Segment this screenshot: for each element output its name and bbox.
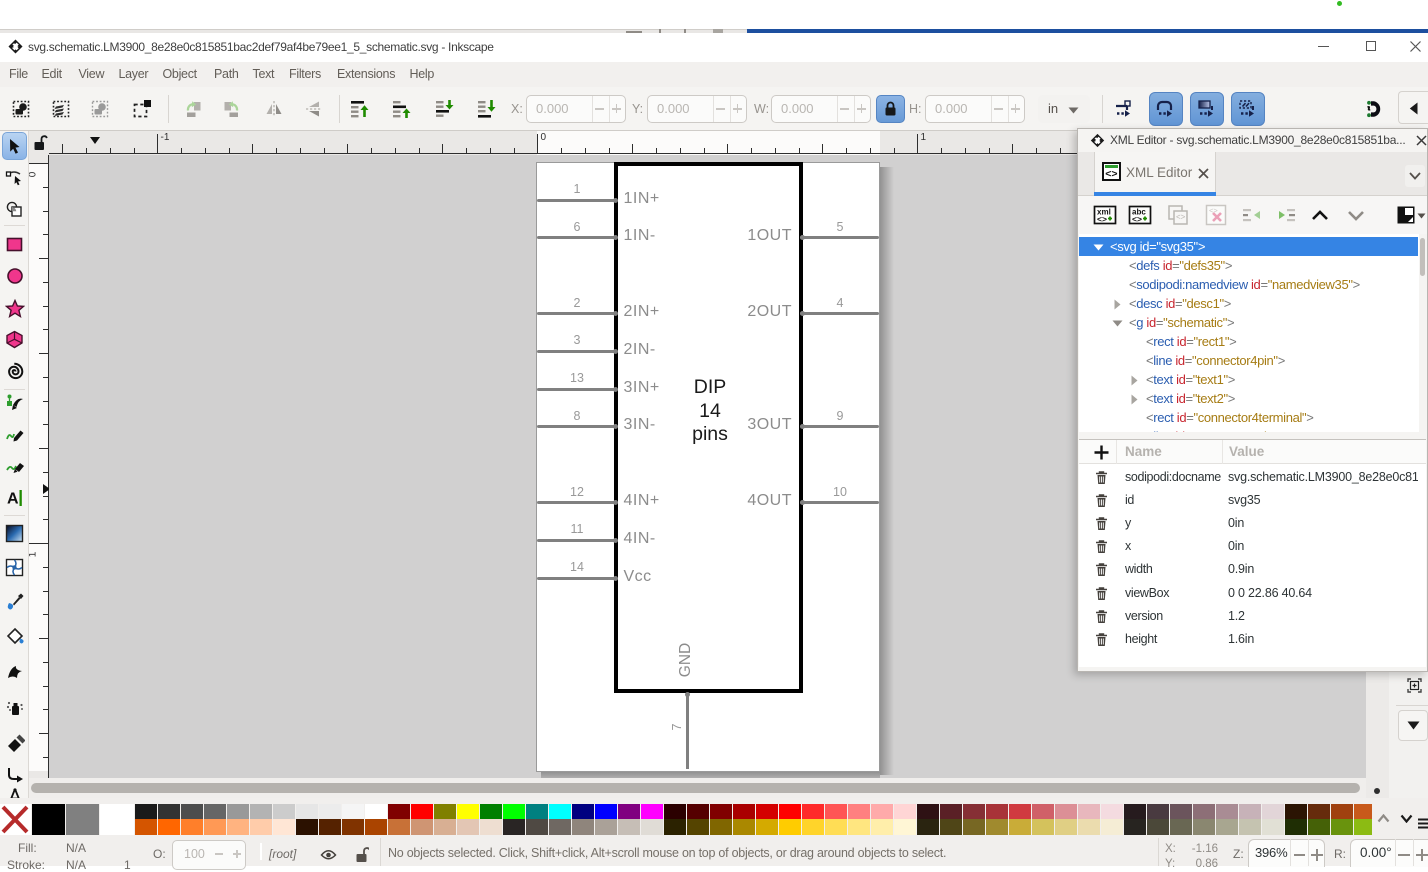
svg-text:<>: <> <box>1105 168 1117 180</box>
svg-text:<>: <> <box>1132 214 1142 224</box>
svg-text:<>: <> <box>1176 213 1186 222</box>
svg-text:A: A <box>7 491 19 508</box>
svg-text:<>: <> <box>1097 214 1107 224</box>
